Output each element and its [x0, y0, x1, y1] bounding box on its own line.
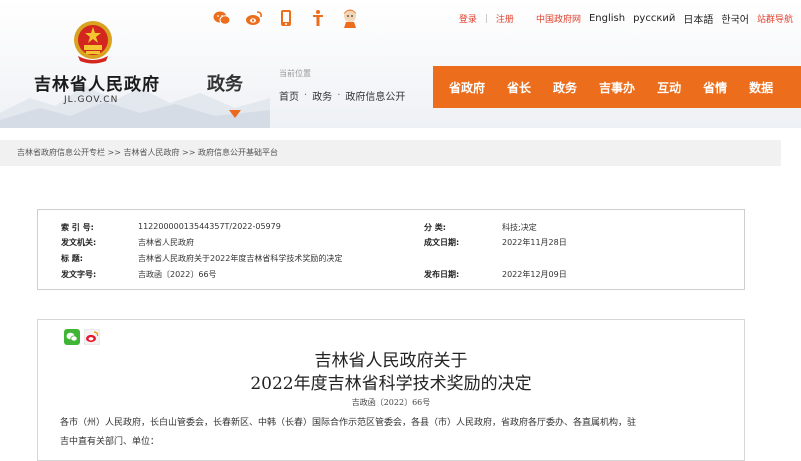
info-row: 标 题: 吉林省人民政府关于2022年度吉林省科学技术奖励的决定	[38, 253, 744, 269]
korean-link[interactable]: 한국어	[721, 11, 749, 26]
nav-item-interaction[interactable]: 互动	[647, 79, 691, 96]
info-row: 发文机关: 吉林省人民政府 成文日期: 2022年11月28日	[38, 237, 744, 253]
info-row: 索 引 号: 11220000013544357T/2022-05979 分 类…	[38, 222, 744, 238]
japanese-link[interactable]: 日本語	[683, 11, 713, 26]
nav-item-province-info[interactable]: 省情	[693, 79, 737, 96]
title-label: 标 题:	[61, 254, 83, 263]
china-gov-link[interactable]: 中国政府网	[536, 12, 581, 25]
location-disclosure-link[interactable]: 政府信息公开	[345, 88, 405, 103]
document-info-table: 索 引 号: 11220000013544357T/2022-05979 分 类…	[37, 209, 745, 290]
nav-item-data[interactable]: 数据	[739, 79, 783, 96]
wechat-share-icon[interactable]	[64, 329, 80, 345]
document-text: 各市（州）人民政府，长白山管委会，长春新区、中韩（长春）国际合作示范区管委会，各…	[60, 414, 730, 452]
location-path: 首页 · 政务 · 政府信息公开	[279, 88, 405, 103]
title-value: 吉林省人民政府关于2022年度吉林省科学技术奖励的决定	[138, 254, 343, 263]
section-arrow-icon	[229, 110, 241, 118]
doc-number-label: 发文字号:	[61, 270, 97, 279]
breadcrumb[interactable]: 吉林省政府信息公开专栏 >> 吉林省人民政府 >> 政府信息公开基础平台	[17, 147, 278, 158]
document-share	[64, 329, 100, 345]
issuer-value: 吉林省人民政府	[138, 238, 194, 247]
index-label: 索 引 号:	[61, 223, 94, 232]
document-title-line1: 吉林省人民政府关于	[314, 351, 468, 371]
register-link[interactable]: 注册	[496, 12, 514, 25]
site-group-link[interactable]: 站群导航	[757, 12, 793, 25]
index-value: 11220000013544357T/2022-05979	[138, 222, 281, 231]
russian-link[interactable]: русский	[633, 13, 675, 24]
nav-item-affairs[interactable]: 政务	[543, 79, 587, 96]
mobile-icon[interactable]	[277, 9, 295, 27]
share-icons	[213, 8, 359, 28]
main-nav: 省政府 省长 政务 吉事办 互动 省情 数据	[433, 66, 801, 108]
created-date-label: 成文日期:	[424, 238, 460, 247]
document-paragraph: 各市（州）人民政府，长白山管委会，长春新区、中韩（长春）国际合作示范区管委会，各…	[60, 418, 637, 428]
weibo-share-icon[interactable]	[84, 329, 100, 345]
site-domain: JL.GOV.CN	[64, 95, 119, 105]
breadcrumb-bar: 吉林省政府信息公开专栏 >> 吉林省人民政府 >> 政府信息公开基础平台	[0, 140, 781, 166]
mascot-icon[interactable]	[341, 9, 359, 28]
document-paragraph: 吉中直有关部门、单位：	[60, 437, 160, 447]
english-link[interactable]: English	[589, 13, 625, 24]
category-label: 分 类:	[424, 223, 446, 232]
nav-item-governor[interactable]: 省长	[497, 79, 541, 96]
national-emblem-icon[interactable]	[72, 18, 114, 64]
accessibility-icon[interactable]	[309, 9, 327, 27]
section-title: 政务	[207, 74, 243, 95]
document-number: 吉政函〔2022〕66号	[351, 398, 431, 407]
wechat-icon[interactable]	[213, 9, 231, 27]
site-title[interactable]: 吉林省人民政府	[34, 70, 160, 95]
info-row: 发文字号: 吉政函〔2022〕66号 发布日期: 2022年12月09日	[38, 269, 744, 285]
location-label: 当前位置	[279, 69, 311, 78]
location-separator: ·	[304, 90, 308, 101]
document-body: 吉林省人民政府关于 2022年度吉林省科学技术奖励的决定 吉政函〔2022〕66…	[37, 319, 745, 461]
issuer-label: 发文机关:	[61, 238, 97, 247]
login-link[interactable]: 登录	[459, 12, 477, 25]
top-links: 登录 | 注册 中国政府网 English русский 日本語 한국어 站群…	[451, 11, 793, 26]
category-value: 科技;决定	[502, 223, 537, 232]
nav-item-services[interactable]: 吉事办	[589, 79, 645, 96]
published-date-value: 2022年12月09日	[502, 270, 567, 279]
doc-number-value: 吉政函〔2022〕66号	[138, 270, 217, 279]
location-separator: ·	[337, 90, 341, 101]
location-affairs-link[interactable]: 政务	[312, 88, 332, 103]
section-heading: 政务	[207, 70, 257, 118]
created-date-value: 2022年11月28日	[502, 238, 567, 247]
document-title-line2: 2022年度吉林省科学技术奖励的决定	[250, 374, 532, 394]
divider: |	[484, 13, 488, 24]
site-header: 吉林省人民政府 JL.GOV.CN 政务 登录 | 注册 中国政府网 Engli…	[0, 0, 801, 128]
nav-item-province-government[interactable]: 省政府	[439, 79, 495, 96]
location-home-link[interactable]: 首页	[279, 88, 299, 103]
weibo-icon[interactable]	[245, 9, 263, 27]
published-date-label: 发布日期:	[424, 270, 460, 279]
